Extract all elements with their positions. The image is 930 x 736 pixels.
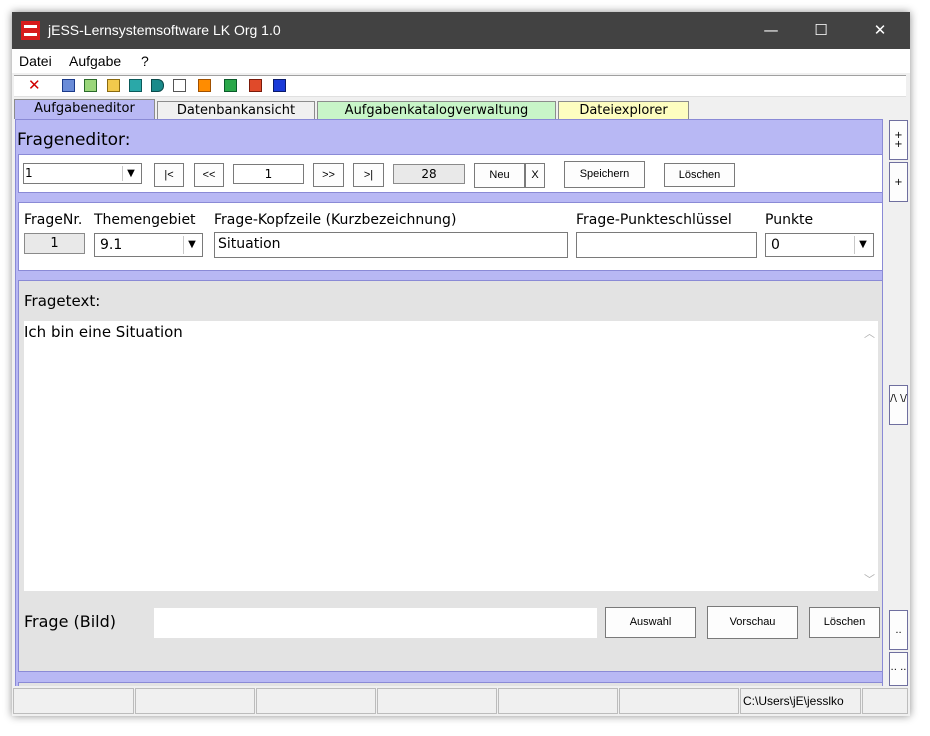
fragetext-content: Ich bin eine Situation [24,323,183,341]
neu-button[interactable]: Neu [474,163,525,188]
fragetext-label: Fragetext: [24,292,101,310]
punkteschluessel-input[interactable] [576,232,757,258]
frageneditor-title: Frageneditor: [17,130,131,150]
fragetext-editor[interactable]: Ich bin eine Situation ︿ ﹀ [24,321,878,591]
tab-aufgabenkatalogverwaltung[interactable]: Aufgabenkatalogverwaltung [317,101,556,119]
status-cell [862,688,908,714]
collapse-button[interactable]: .. [889,610,908,650]
expand-button[interactable]: + [889,162,908,202]
question-select[interactable]: 1 ▼ [23,163,142,184]
frage-bild-label: Frage (Bild) [24,612,117,631]
current-question-input[interactable]: 1 [233,164,304,184]
exit-icon[interactable] [273,79,286,92]
minimize-button[interactable]: — [748,12,794,49]
menu-help[interactable]: ? [141,53,149,69]
delete-icon[interactable]: ✕ [28,77,44,93]
navigation-box: 1 ▼ |< << 1 >> >| 28 Neu X Speichern Lös… [18,154,882,193]
menu-aufgabe[interactable]: Aufgabe [69,53,121,69]
toggle-button[interactable]: /\ \/ [889,385,908,425]
close-button[interactable]: ✕ [857,12,903,49]
folder-icon[interactable] [151,79,164,92]
punkte-value: 0 [771,237,780,253]
tab-dateiexplorer[interactable]: Dateiexplorer [558,101,689,119]
status-cell [135,688,255,714]
menu-datei[interactable]: Datei [19,53,52,69]
punkte-select[interactable]: 0 ▼ [765,233,874,257]
status-path: C:\Users\jE\jesslko [740,688,861,714]
chevron-down-icon[interactable]: ▼ [183,236,200,254]
prev-button[interactable]: << [194,163,224,187]
collapse-all-button[interactable]: .. .. [889,652,908,686]
maximize-button[interactable]: ☐ [798,12,844,49]
punkte-label: Punkte [765,212,814,228]
first-button[interactable]: |< [154,163,184,187]
tab-aufgabeneditor[interactable]: Aufgabeneditor [14,99,155,119]
chevron-down-icon[interactable]: ▼ [854,236,871,254]
status-cell [619,688,739,714]
expand-all-button[interactable]: + + [889,120,908,160]
vorschau-button[interactable]: Vorschau [707,606,798,639]
punkteschluessel-label: Frage-Punkteschlüssel [576,212,732,228]
doc-yellow-icon[interactable] [107,79,120,92]
status-cell [13,688,134,714]
status-cell [377,688,497,714]
next-button[interactable]: >> [313,163,344,187]
fragetext-box: Fragetext: Ich bin eine Situation ︿ ﹀ Fr… [18,280,882,672]
question-select-value: 1 [25,166,33,180]
frage-bild-input[interactable] [154,608,597,638]
doc-blue-icon[interactable] [62,79,75,92]
chevron-down-icon[interactable]: ▼ [122,166,139,181]
scroll-down-icon[interactable]: ﹀ [864,571,875,587]
tab-datenbankansicht[interactable]: Datenbankansicht [157,101,315,119]
total-count: 28 [393,164,465,184]
status-bar: C:\Users\jE\jesslko [12,686,910,716]
speichern-button[interactable]: Speichern [564,161,645,188]
kopfzeile-label: Frage-Kopfzeile (Kurzbezeichnung) [214,212,457,228]
app-logo-icon [21,21,40,40]
frage-nr-label: FrageNr. [24,212,83,228]
status-cell [256,688,376,714]
puzzle-icon[interactable] [249,79,262,92]
kopfzeile-input[interactable]: Situation [214,232,568,258]
app-window: jESS-Lernsystemsoftware LK Org 1.0 — ☐ ✕… [12,12,910,716]
status-cell [498,688,618,714]
toolbar: ✕ [14,75,906,97]
auswahl-button[interactable]: Auswahl [605,607,696,638]
doc-white-icon[interactable] [173,79,186,92]
title-bar: jESS-Lernsystemsoftware LK Org 1.0 — ☐ ✕ [12,12,910,49]
e-icon[interactable] [198,79,211,92]
loeschen-button[interactable]: Löschen [664,163,735,187]
bild-loeschen-button[interactable]: Löschen [809,607,880,638]
aufgabeneditor-panel: Frageneditor: 1 ▼ |< << 1 >> >| 28 Neu X… [15,119,883,716]
doc-teal-icon[interactable] [129,79,142,92]
themengebiet-label: Themengebiet [94,212,196,228]
scroll-up-icon[interactable]: ︿ [864,325,875,341]
last-button[interactable]: >| [353,163,384,187]
window-title: jESS-Lernsystemsoftware LK Org 1.0 [48,22,281,38]
themengebiet-value: 9.1 [100,237,123,253]
x-button[interactable]: X [525,163,545,188]
menu-bar: Datei Aufgabe ? [12,49,910,73]
frage-nr-value: 1 [24,233,85,254]
question-fields-box: FrageNr. 1 Themengebiet 9.1 ▼ Frage-Kopf… [18,202,882,271]
doc-green-icon[interactable] [84,79,97,92]
image-icon[interactable] [224,79,237,92]
themengebiet-select[interactable]: 9.1 ▼ [94,233,203,257]
